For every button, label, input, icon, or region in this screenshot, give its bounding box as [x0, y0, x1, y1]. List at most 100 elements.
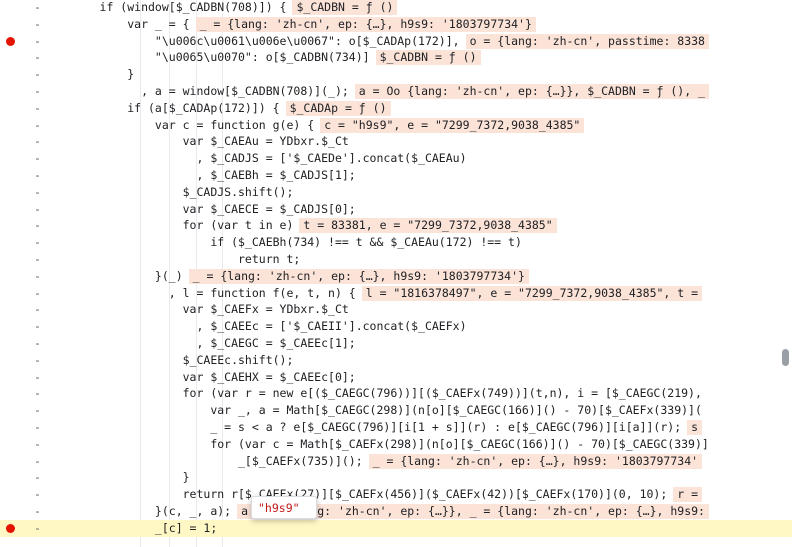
code-text: if (window[$_CADBN(708)]) {$_CADBN = ƒ (…	[58, 0, 398, 16]
line-marker[interactable]: -	[34, 469, 42, 486]
code-line[interactable]: - for (var t in e) t = 83381, e = "7299_7…	[0, 217, 792, 234]
code-text: var $_CAECE = $_CADJS[0];	[58, 201, 356, 216]
line-marker[interactable]: -	[34, 520, 42, 537]
code-line[interactable]: - , l = function f(e, t, n) {l = "181637…	[0, 285, 792, 302]
line-marker[interactable]: -	[34, 33, 42, 50]
code-text: $_CADJS.shift();	[58, 184, 294, 199]
line-marker[interactable]: -	[34, 234, 42, 251]
code-line[interactable]: - for (var c = Math[$_CAEFx(298)](n[o][$…	[0, 436, 792, 453]
line-marker[interactable]: -	[34, 419, 42, 436]
line-marker[interactable]: -	[34, 49, 42, 66]
line-marker[interactable]: -	[34, 83, 42, 100]
line-marker[interactable]: -	[34, 335, 42, 352]
code-line[interactable]: - _[$_CAEFx(735)](); _ = {lang: 'zh-cn', …	[0, 453, 792, 470]
code-text: }(c, _, a); a = Oo {lang: 'zh-cn', ep: {……	[58, 503, 709, 520]
code-text: , $_CAEBh = $_CADJS[1];	[58, 168, 356, 182]
code-line[interactable]: - $_CADJS.shift();	[0, 184, 792, 201]
line-marker[interactable]: -	[34, 150, 42, 167]
line-marker[interactable]: -	[34, 100, 42, 117]
code-line[interactable]: - var _ = {_ = {lang: 'zh-cn', ep: {…}, …	[0, 16, 792, 33]
line-marker[interactable]: -	[34, 268, 42, 285]
line-marker[interactable]: -	[34, 285, 42, 302]
line-marker[interactable]: -	[34, 436, 42, 453]
line-marker[interactable]: -	[34, 184, 42, 201]
line-marker[interactable]: -	[34, 369, 42, 386]
code-line[interactable]: - var _, a = Math[$_CAEGC(298)](n[o][$_C…	[0, 402, 792, 419]
code-line[interactable]: - $_CAEEc.shift();	[0, 352, 792, 369]
code-text: }	[58, 470, 190, 485]
code-text: , $_CAEEc = ['$_CAEII'].concat($_CAEFx)	[58, 319, 467, 334]
code-line[interactable]: - if (window[$_CADBN(708)]) {$_CADBN = ƒ…	[0, 0, 792, 16]
code-line[interactable]: - , $_CAEGC = $_CAEEc[1];	[0, 335, 792, 352]
code-line[interactable]: - return t;	[0, 251, 792, 268]
line-marker[interactable]: -	[34, 66, 42, 83]
inline-value-badge: s	[687, 420, 703, 435]
code-text: var _ = {_ = {lang: 'zh-cn', ep: {…}, h9…	[58, 16, 536, 33]
code-text: var _, a = Math[$_CAEGC(298)](n[o][$_CAE…	[58, 403, 702, 418]
code-line[interactable]: - var $_CAECE = $_CADJS[0];	[0, 201, 792, 218]
code-line[interactable]: - if (a[$_CADAp(172)]) {$_CADAp = ƒ ()	[0, 100, 792, 117]
code-line[interactable]: - }	[0, 469, 792, 486]
line-marker[interactable]: -	[34, 0, 42, 16]
code-text: $_CAEEc.shift();	[58, 352, 294, 367]
code-text: , $_CAEGC = $_CAEEc[1];	[58, 336, 356, 350]
code-text: var $_CAEFx = YDbxr.$_Ct	[58, 302, 349, 317]
line-marker[interactable]: -	[34, 402, 42, 419]
code-line[interactable]: - "\u006c\u0061\u006e\u0067": o[$_CADAp(…	[0, 33, 792, 50]
hover-value-tooltip: "h9s9"	[251, 496, 317, 519]
code-line[interactable]: - , $_CAEEc = ['$_CAEII'].concat($_CAEFx…	[0, 318, 792, 335]
line-marker[interactable]: -	[34, 486, 42, 503]
code-line[interactable]: - }(c, _, a); a = Oo {lang: 'zh-cn', ep: …	[0, 503, 792, 520]
code-line[interactable]: - _[c] = 1;	[0, 519, 792, 537]
line-marker[interactable]: -	[34, 318, 42, 335]
inline-value-badge: $_CADBN = ƒ ()	[375, 50, 481, 66]
code-text: , a = window[$_CADBN(708)](_); a = Oo {la…	[58, 83, 709, 100]
line-marker[interactable]: -	[34, 117, 42, 134]
code-text: var $_CAEAu = YDbxr.$_Ct	[58, 134, 349, 149]
code-line[interactable]: - for (var r = new e[($_CAEGC(796))][($_…	[0, 385, 792, 402]
code-text: , l = function f(e, t, n) {l = "18163784…	[58, 285, 703, 302]
inline-value-badge: _ = {lang: 'zh-cn', ep: {…}, h9s9: '1803…	[368, 453, 703, 469]
code-text: _[c] = 1;	[58, 520, 218, 535]
code-line[interactable]: - _ = s < a ? e[$_CAEGC(796)][i[1 + s]](…	[0, 419, 792, 436]
code-text: , $_CADJS = ['$_CAEDe'].concat($_CAEAu)	[58, 151, 467, 166]
code-text: if ($_CAEBh(734) !== t && $_CAEAu(172) !…	[58, 235, 522, 250]
code-line[interactable]: - var $_CAEHX = $_CAEEc[0];	[0, 369, 792, 386]
code-text: for (var c = Math[$_CAEFx(298)](n[o][$_C…	[58, 436, 709, 451]
line-marker[interactable]: -	[34, 217, 42, 234]
inline-value-badge: _ = {lang: 'zh-cn', ep: {…}, h9s9: '1803…	[188, 268, 529, 284]
code-text: }	[58, 67, 135, 82]
code-text: _ = s < a ? e[$_CAEGC(796)][i[1 + s]](r)…	[58, 419, 703, 436]
line-marker[interactable]: -	[34, 301, 42, 318]
code-line[interactable]: - var $_CAEAu = YDbxr.$_Ct	[0, 133, 792, 150]
line-marker[interactable]: -	[34, 133, 42, 150]
line-marker[interactable]: -	[34, 453, 42, 470]
code-line[interactable]: - return r[$_CAEFx(27)][$_CAEFx(456)]($_…	[0, 486, 792, 503]
code-line[interactable]: - var $_CAEFx = YDbxr.$_Ct	[0, 301, 792, 318]
code-line[interactable]: - }(_) _ = {lang: 'zh-cn', ep: {…}, h9s9:…	[0, 268, 792, 285]
code-text: for (var t in e) t = 83381, e = "7299_737…	[58, 217, 557, 234]
line-marker[interactable]: -	[34, 167, 42, 184]
code-line[interactable]: - , $_CAEBh = $_CADJS[1];	[0, 167, 792, 184]
line-marker[interactable]: -	[34, 503, 42, 520]
code-text: return r[$_CAEFx(27)][$_CAEFx(456)]($_CA…	[58, 486, 703, 503]
line-marker[interactable]: -	[34, 385, 42, 402]
code-line[interactable]: - , a = window[$_CADBN(708)](_); a = Oo {…	[0, 83, 792, 100]
code-line[interactable]: - "\u0065\u0070": o[$_CADBN(734)] $_CADBN…	[0, 49, 792, 66]
code-line[interactable]: - var c = function g(e) {c = "h9s9", e =…	[0, 117, 792, 134]
code-text: return t;	[58, 252, 301, 266]
code-line[interactable]: - }	[0, 66, 792, 83]
code-text: var $_CAEHX = $_CAEEc[0];	[58, 369, 356, 384]
code-text: "\u006c\u0061\u006e\u0067": o[$_CADAp(17…	[58, 33, 709, 50]
code-line[interactable]: - , $_CADJS = ['$_CAEDe'].concat($_CAEAu…	[0, 150, 792, 167]
line-marker[interactable]: -	[34, 201, 42, 218]
code-line[interactable]: - if ($_CAEBh(734) !== t && $_CAEAu(172)…	[0, 234, 792, 251]
vertical-scrollbar[interactable]	[782, 349, 789, 366]
line-marker[interactable]: -	[34, 16, 42, 33]
breakpoint-icon[interactable]	[6, 523, 15, 533]
line-marker[interactable]: -	[34, 352, 42, 369]
line-marker[interactable]: -	[34, 251, 42, 268]
breakpoint-icon[interactable]	[6, 36, 15, 46]
inline-value-badge: t = 83381, e = "7299_7372,9038_4385"	[299, 218, 557, 234]
inline-value-badge: $_CADBN = ƒ ()	[292, 0, 398, 15]
